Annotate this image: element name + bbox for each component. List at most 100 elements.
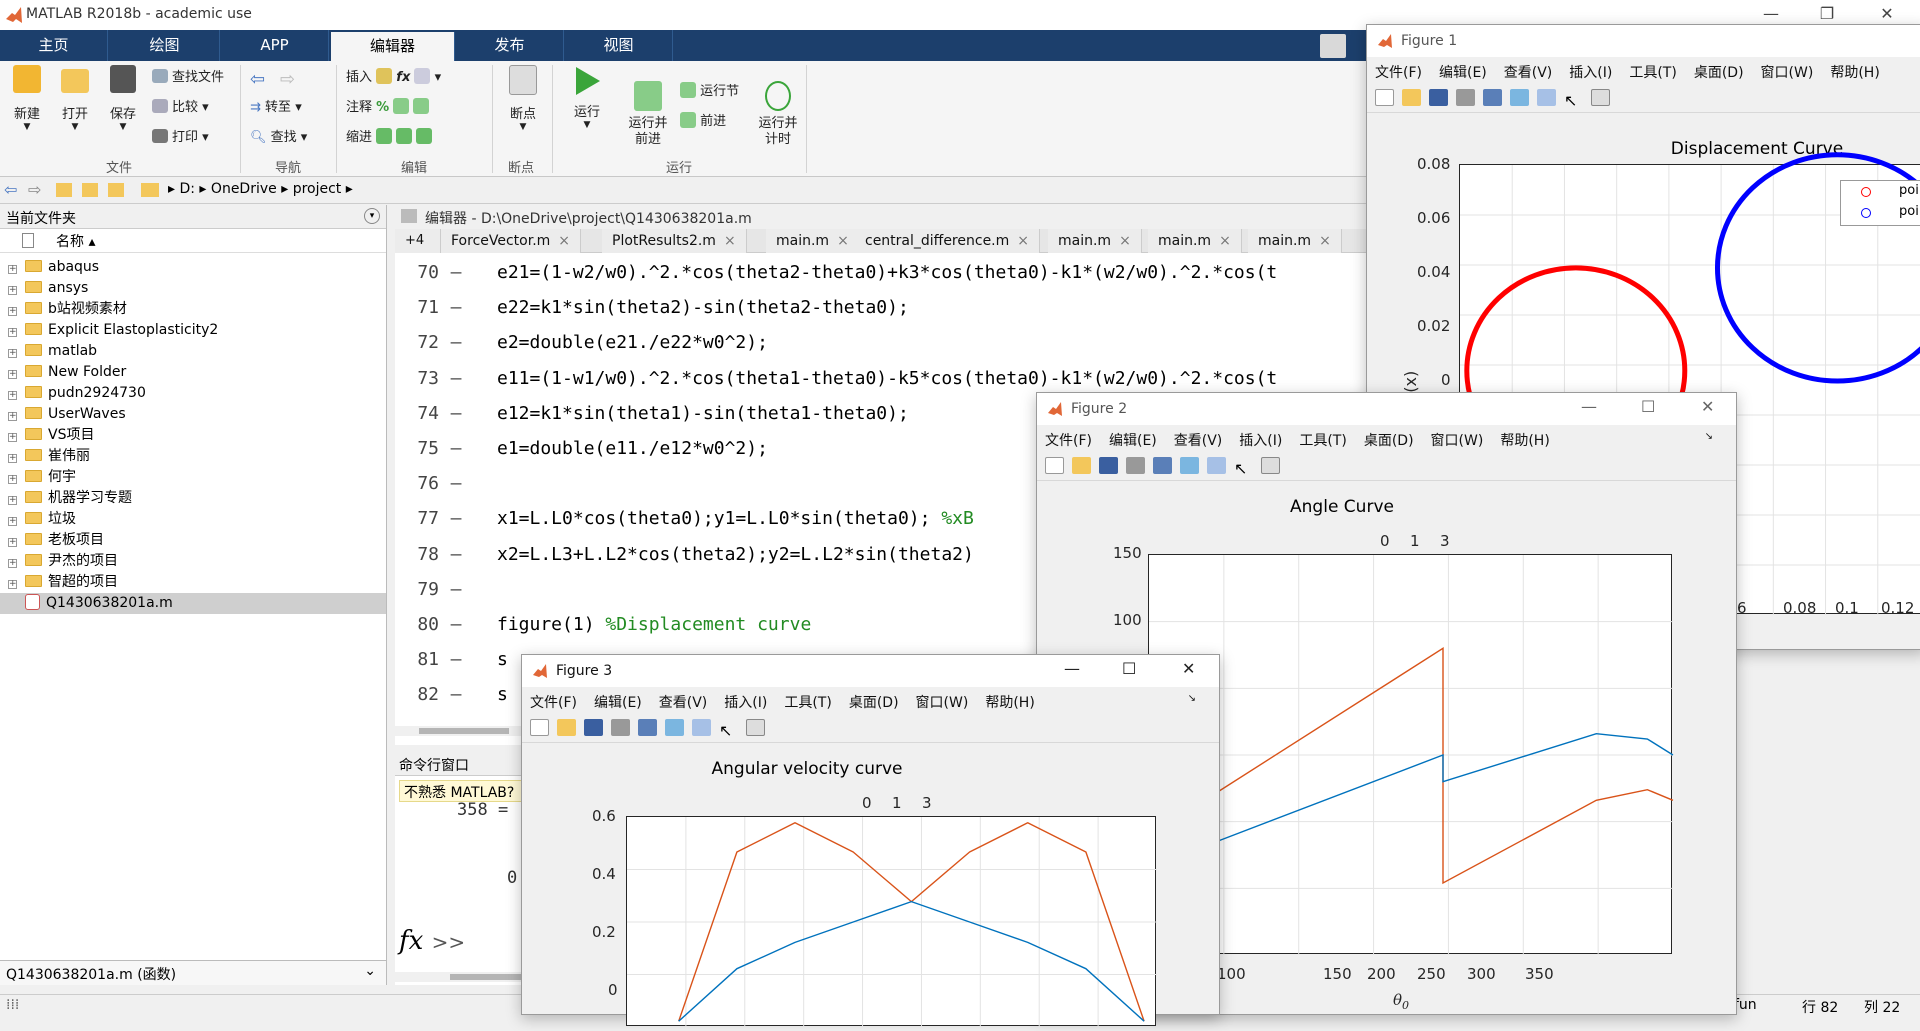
minimize-button[interactable]: —	[1581, 397, 1597, 416]
folder-row[interactable]: + 崔伟丽	[0, 446, 386, 467]
editor-tab[interactable]: main.m ×	[1048, 229, 1142, 253]
menu-file[interactable]: 文件(F)	[1375, 65, 1422, 81]
tab-plots[interactable]: 绘图	[110, 30, 220, 61]
menu-view[interactable]: 查看(V)	[1174, 433, 1223, 449]
menu-edit[interactable]: 编辑(E)	[1439, 65, 1487, 81]
menu-insert[interactable]: 插入(I)	[724, 695, 767, 711]
breakpoint-gutter[interactable]: —	[439, 396, 473, 431]
menu-view[interactable]: 查看(V)	[1504, 65, 1553, 81]
run-button[interactable]: 运行 ▼	[562, 65, 612, 130]
print-figure-icon[interactable]	[1456, 89, 1475, 106]
insert-button[interactable]: 插入 fx ▾	[346, 67, 441, 89]
figure-2-axes[interactable]	[1148, 554, 1674, 955]
folder-row[interactable]: + matlab	[0, 341, 386, 362]
menu-file[interactable]: 文件(F)	[530, 695, 577, 711]
breakpoint-gutter[interactable]: —	[439, 361, 473, 396]
open-file-icon[interactable]	[1072, 457, 1091, 474]
command-prompt[interactable]: 𝑓𝑥 >>	[399, 926, 465, 956]
uncomment-icon[interactable]	[393, 98, 410, 114]
insert-legend-icon[interactable]	[692, 719, 711, 736]
save-button[interactable]: 保存 ▼	[102, 65, 144, 132]
compare-button[interactable]: 比较 ▾	[152, 97, 209, 119]
new-figure-icon[interactable]	[1375, 89, 1394, 106]
breakpoint-gutter[interactable]: —	[439, 255, 473, 290]
minimize-button[interactable]: —	[1748, 2, 1794, 26]
expand-icon[interactable]: +	[8, 475, 17, 484]
run-time-button[interactable]: 运行并 计时	[752, 65, 804, 164]
menu-edit[interactable]: 编辑(E)	[1109, 433, 1157, 449]
print-figure-icon[interactable]	[611, 719, 630, 736]
menu-help[interactable]: 帮助(H)	[985, 695, 1034, 711]
close-icon[interactable]: ×	[1219, 233, 1231, 249]
back-arrow-icon[interactable]: ⇦	[250, 69, 265, 90]
panel-menu-icon[interactable]: ▾	[364, 208, 380, 224]
folder-row[interactable]: + 老板项目	[0, 530, 386, 551]
folder-row[interactable]: + Explicit Elastoplasticity2	[0, 320, 386, 341]
maximize-button[interactable]: ❐	[1804, 2, 1850, 26]
breakpoints-button[interactable]: 断点 ▼	[498, 65, 548, 132]
new-figure-icon[interactable]	[530, 719, 549, 736]
insert-legend-icon[interactable]	[1537, 89, 1556, 106]
back-icon[interactable]: ⇦	[4, 180, 17, 199]
insert-colorbar-icon[interactable]	[1510, 89, 1529, 106]
open-file-icon[interactable]	[557, 719, 576, 736]
folder-row[interactable]: + 尹杰的项目	[0, 551, 386, 572]
breakpoint-gutter[interactable]: —	[439, 466, 473, 501]
breakpoint-gutter[interactable]: —	[439, 325, 473, 360]
increase-indent-icon[interactable]	[396, 128, 413, 144]
editor-tab[interactable]: main.m ×	[1148, 229, 1242, 253]
close-icon[interactable]: ×	[1119, 233, 1131, 249]
wrap-comment-icon[interactable]	[413, 98, 430, 114]
breakpoint-gutter[interactable]: —	[439, 677, 473, 712]
pointer-icon[interactable]: ↖	[1234, 459, 1253, 478]
breakpoint-gutter[interactable]: —	[439, 537, 473, 572]
browse-folder-icon[interactable]	[82, 183, 98, 197]
close-button[interactable]: ✕	[1182, 659, 1195, 678]
pointer-icon[interactable]: ↖	[719, 721, 738, 740]
folder-row[interactable]: + 垃圾	[0, 509, 386, 530]
breakpoint-gutter[interactable]: —	[439, 290, 473, 325]
menu-window[interactable]: 窗口(W)	[1761, 65, 1814, 81]
breadcrumb-onedrive[interactable]: OneDrive	[211, 181, 277, 197]
expand-icon[interactable]: +	[8, 349, 17, 358]
menu-view[interactable]: 查看(V)	[659, 695, 708, 711]
chevron-down-icon[interactable]: ⌄	[364, 963, 376, 979]
property-inspector-icon[interactable]	[1591, 89, 1610, 106]
breakpoint-gutter[interactable]: —	[439, 642, 473, 677]
menu-help[interactable]: 帮助(H)	[1830, 65, 1879, 81]
menu-edit[interactable]: 编辑(E)	[594, 695, 642, 711]
print-figure-icon[interactable]	[1126, 457, 1145, 474]
folder-row[interactable]: + VS项目	[0, 425, 386, 446]
expand-icon[interactable]: +	[8, 580, 17, 589]
smart-indent-icon[interactable]	[376, 128, 393, 144]
close-button[interactable]: ✕	[1701, 397, 1714, 416]
code-line[interactable]: 73— e11=(1-w1/w0).^2.*cos(theta1-theta0)-…	[395, 361, 1395, 396]
breakpoint-gutter[interactable]: —	[439, 572, 473, 607]
maximize-button[interactable]: ☐	[1641, 397, 1655, 416]
selected-file-row[interactable]: Q1430638201a.m	[0, 593, 386, 614]
close-icon[interactable]: ×	[1017, 233, 1029, 249]
minimize-button[interactable]: —	[1064, 659, 1080, 678]
tab-overflow-button[interactable]: +4	[395, 229, 441, 253]
expand-icon[interactable]: +	[8, 433, 17, 442]
insert-colorbar-icon[interactable]	[665, 719, 684, 736]
tab-view[interactable]: 视图	[565, 30, 673, 61]
close-icon[interactable]: ×	[724, 233, 736, 249]
save-figure-icon[interactable]	[1099, 457, 1118, 474]
new-figure-icon[interactable]	[1045, 457, 1064, 474]
folder-row[interactable]: + ansys	[0, 278, 386, 299]
expand-icon[interactable]: +	[8, 328, 17, 337]
advance-button[interactable]: 前进	[680, 111, 726, 133]
goto-button[interactable]: ⇉ 转至 ▾	[250, 97, 302, 119]
code-line[interactable]: 70— e21=(1-w2/w0).^2.*cos(theta2-theta0)+…	[395, 255, 1395, 290]
figure-3-axes[interactable]	[626, 816, 1157, 1027]
breadcrumb-drive[interactable]: D:	[179, 181, 195, 197]
breakpoint-gutter[interactable]: —	[439, 501, 473, 536]
expand-icon[interactable]: +	[8, 307, 17, 316]
open-file-icon[interactable]	[1402, 89, 1421, 106]
folder-row[interactable]: + 何宇	[0, 467, 386, 488]
menu-tools[interactable]: 工具(T)	[1299, 433, 1346, 449]
menu-insert[interactable]: 插入(I)	[1569, 65, 1612, 81]
quick-save-icon[interactable]	[1320, 34, 1346, 58]
dock-arrow-icon[interactable]: ↘	[1188, 693, 1196, 704]
